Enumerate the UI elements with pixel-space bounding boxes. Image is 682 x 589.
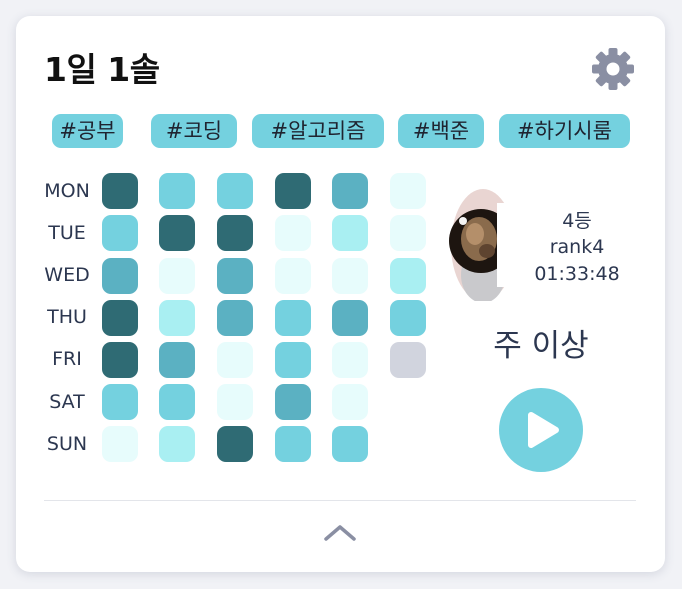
day-label-sun: SUN bbox=[46, 433, 88, 455]
gear-icon bbox=[592, 48, 634, 90]
heatmap-cell[interactable] bbox=[102, 384, 138, 420]
heatmap-cell[interactable] bbox=[332, 384, 368, 420]
heatmap-cell[interactable] bbox=[102, 342, 138, 378]
heatmap-cell[interactable] bbox=[102, 300, 138, 336]
profile-rank: 4등 bbox=[562, 210, 592, 232]
heatmap-cell[interactable] bbox=[332, 215, 368, 251]
play-button[interactable] bbox=[499, 388, 583, 472]
heatmap-cell[interactable] bbox=[102, 173, 138, 209]
heatmap-cell[interactable] bbox=[217, 173, 253, 209]
chevron-up-icon bbox=[324, 525, 356, 541]
heatmap-cell[interactable] bbox=[217, 342, 253, 378]
heatmap-cell[interactable] bbox=[159, 384, 195, 420]
level-text: 주 이상 bbox=[493, 328, 589, 364]
heatmap-cell[interactable] bbox=[275, 342, 311, 378]
profile-name: rank4 bbox=[549, 236, 605, 258]
heatmap-cell[interactable] bbox=[159, 258, 195, 294]
heatmap-cell[interactable] bbox=[275, 300, 311, 336]
profile-time: 01:33:48 bbox=[534, 263, 620, 285]
heatmap-cell[interactable] bbox=[217, 384, 253, 420]
profile-photo[interactable] bbox=[449, 189, 519, 301]
heatmap-cell[interactable] bbox=[217, 215, 253, 251]
heatmap-cell[interactable] bbox=[102, 215, 138, 251]
heatmap-cell[interactable] bbox=[390, 173, 426, 209]
heatmap-cell[interactable] bbox=[332, 300, 368, 336]
settings-button[interactable] bbox=[590, 46, 636, 92]
day-label-mon: MON bbox=[44, 180, 90, 202]
heatmap-cell[interactable] bbox=[275, 173, 311, 209]
tag-chip[interactable]: #코딩 bbox=[151, 114, 237, 148]
heatmap-cell[interactable] bbox=[332, 426, 368, 462]
card-title: 1일 1솔 bbox=[44, 50, 160, 89]
tag-chip[interactable]: #알고리즘 bbox=[252, 114, 384, 148]
heatmap-cell[interactable] bbox=[390, 258, 426, 294]
play-icon bbox=[528, 412, 559, 448]
heatmap-cell[interactable] bbox=[217, 426, 253, 462]
heatmap-cell[interactable] bbox=[275, 426, 311, 462]
heatmap-cell[interactable] bbox=[332, 342, 368, 378]
tag-chip[interactable]: #공부 bbox=[52, 114, 123, 148]
heatmap-cell[interactable] bbox=[102, 426, 138, 462]
divider bbox=[44, 500, 636, 501]
day-label-wed: WED bbox=[44, 264, 90, 286]
heatmap-cell[interactable] bbox=[159, 342, 195, 378]
day-label-thu: THU bbox=[47, 306, 87, 328]
heatmap-cell[interactable] bbox=[275, 258, 311, 294]
heatmap-cell[interactable] bbox=[390, 215, 426, 251]
heatmap-cell[interactable] bbox=[217, 300, 253, 336]
heatmap-cell[interactable] bbox=[332, 258, 368, 294]
heatmap-cell[interactable] bbox=[390, 300, 426, 336]
heatmap-cell[interactable] bbox=[275, 215, 311, 251]
heatmap-cell[interactable] bbox=[159, 215, 195, 251]
heatmap-cell[interactable] bbox=[102, 258, 138, 294]
heatmap-cell[interactable] bbox=[159, 426, 195, 462]
collapse-button[interactable] bbox=[322, 518, 358, 546]
avatar bbox=[449, 189, 519, 301]
day-label-tue: TUE bbox=[48, 222, 86, 244]
heatmap-cell[interactable] bbox=[275, 384, 311, 420]
day-label-sat: SAT bbox=[49, 391, 85, 413]
tag-chip[interactable]: #백준 bbox=[398, 114, 484, 148]
heatmap-cell[interactable] bbox=[390, 342, 426, 378]
heatmap-cell[interactable] bbox=[159, 173, 195, 209]
heatmap-cell[interactable] bbox=[159, 300, 195, 336]
tag-chip[interactable]: #하기시룸 bbox=[499, 114, 630, 148]
heatmap-cell[interactable] bbox=[332, 173, 368, 209]
streak-card: 1일 1솔 #공부 #코딩 #알고리즘 #백준 #하기시룸 MON TUE WE… bbox=[16, 16, 665, 572]
day-label-fri: FRI bbox=[52, 348, 82, 370]
heatmap-cell[interactable] bbox=[217, 258, 253, 294]
